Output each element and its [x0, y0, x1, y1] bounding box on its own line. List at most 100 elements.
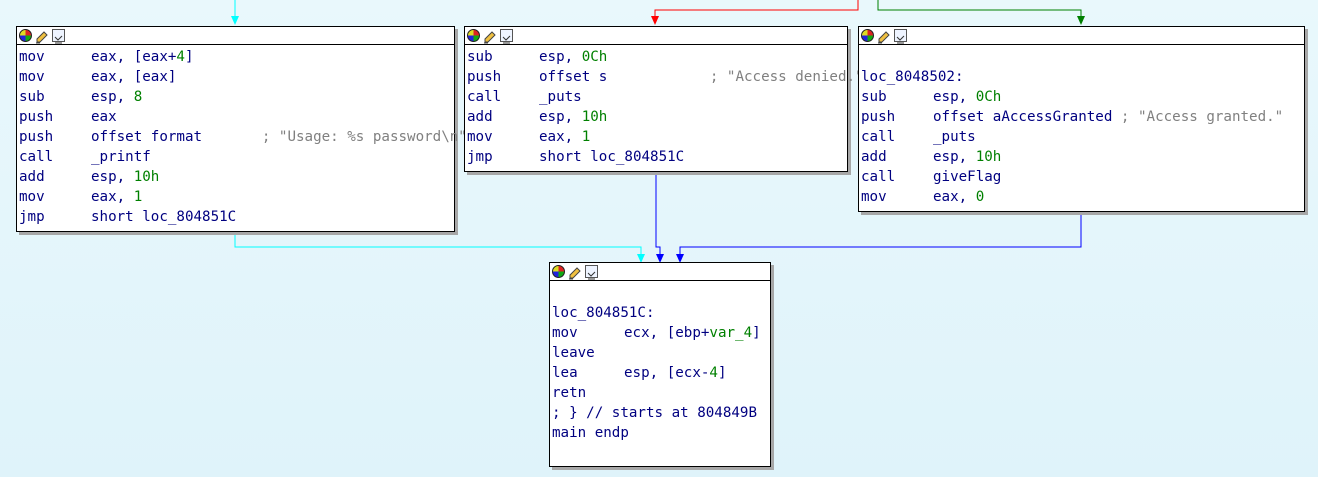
asm-instruction[interactable]: call _printf [19, 147, 452, 167]
asm-instruction[interactable]: add esp, 10h [19, 167, 452, 187]
asm-label[interactable]: leave [552, 345, 595, 361]
operand-number[interactable]: 4 [709, 365, 718, 381]
operand[interactable]: esp, [933, 89, 976, 105]
operand[interactable]: esp, [933, 149, 976, 165]
operand[interactable]: esp, [539, 49, 582, 65]
asm-instruction[interactable]: push offset format ; "Usage: %s password\… [19, 127, 467, 147]
asm-instruction[interactable]: sub esp, 8 [19, 87, 452, 107]
graph-overview-icon[interactable] [52, 29, 65, 44]
mnemonic[interactable]: add [861, 147, 933, 167]
operand-number[interactable]: 1 [582, 129, 591, 145]
code-block-access-denied[interactable]: sub esp, 0Ch push offset s ; "Access denied… [464, 26, 864, 172]
asm-label-line[interactable]: ; } // starts at 804849B [552, 403, 768, 423]
mnemonic[interactable]: mov [19, 187, 91, 207]
operand-number[interactable]: 0 [976, 189, 985, 205]
mnemonic[interactable]: mov [467, 127, 539, 147]
rename-icon[interactable] [483, 29, 497, 43]
mnemonic[interactable]: call [861, 167, 933, 187]
color-icon[interactable] [19, 29, 32, 42]
asm-instruction[interactable]: lea esp, [ecx-4] [552, 363, 768, 383]
operand[interactable]: esp, [539, 109, 582, 125]
operand-number[interactable]: var_4 [709, 325, 752, 341]
asm-instruction[interactable]: sub esp, 0Ch [861, 87, 1302, 107]
code-block-usage[interactable]: mov eax, [eax+4] mov eax, [eax] sub esp, 8 pus… [16, 26, 467, 232]
asm-instruction[interactable]: sub esp, 0Ch [467, 47, 845, 67]
asm-instruction[interactable]: jmp short loc_804851C [467, 147, 845, 167]
operand[interactable]: _puts [933, 129, 976, 145]
asm-instruction[interactable]: jmp short loc_804851C [19, 207, 452, 227]
operand[interactable]: giveFlag [933, 169, 1001, 185]
asm-label-line[interactable]: loc_8048502: [861, 67, 1302, 87]
mnemonic[interactable]: push [19, 107, 91, 127]
operand-number[interactable]: 4 [176, 49, 185, 65]
mnemonic[interactable]: mov [19, 47, 91, 67]
mnemonic[interactable]: jmp [467, 147, 539, 167]
code-block-exit[interactable]: loc_804851C: mov ecx, [ebp+var_4] leave lea e… [549, 262, 771, 467]
operand[interactable]: _printf [91, 149, 151, 165]
operand-number[interactable]: 8 [134, 89, 143, 105]
operand[interactable]: offset s [539, 69, 607, 85]
operand[interactable]: ] [718, 365, 727, 381]
asm-instruction[interactable]: mov eax, [eax] [19, 67, 452, 87]
operand-number[interactable]: 1 [134, 189, 143, 205]
mnemonic[interactable]: call [19, 147, 91, 167]
operand[interactable]: eax, [539, 129, 582, 145]
mnemonic[interactable]: add [467, 107, 539, 127]
operand[interactable]: esp, [91, 89, 134, 105]
operand-number[interactable]: 0Ch [976, 89, 1002, 105]
graph-overview-icon[interactable] [894, 29, 907, 44]
operand[interactable]: eax, [933, 189, 976, 205]
mnemonic[interactable]: jmp [19, 207, 91, 227]
mnemonic[interactable]: push [861, 107, 933, 127]
operand-number[interactable]: 10h [134, 169, 160, 185]
asm-instruction[interactable]: add esp, 10h [467, 107, 845, 127]
operand[interactable]: eax, [eax] [91, 69, 176, 85]
operand[interactable]: esp, [91, 169, 134, 185]
asm-instruction[interactable]: push offset aAccessGranted ; "Access gran… [861, 107, 1302, 127]
operand[interactable]: _puts [539, 89, 582, 105]
mnemonic[interactable]: push [467, 67, 539, 87]
asm-instruction[interactable]: call giveFlag [861, 167, 1302, 187]
asm-instruction[interactable]: push offset s ; "Access denied." [467, 67, 864, 87]
asm-instruction[interactable]: mov eax, [eax+4] [19, 47, 452, 67]
operand[interactable]: eax, [91, 189, 134, 205]
asm-label-line[interactable]: main endp [552, 423, 768, 443]
operand-number[interactable]: 0Ch [582, 49, 608, 65]
mnemonic[interactable]: mov [19, 67, 91, 87]
mnemonic[interactable]: sub [861, 87, 933, 107]
operand[interactable]: offset aAccessGranted [933, 109, 1112, 125]
asm-instruction[interactable]: mov eax, 1 [467, 127, 845, 147]
operand-number[interactable]: 10h [582, 109, 608, 125]
asm-label-line[interactable]: leave [552, 343, 768, 363]
operand-number[interactable]: 10h [976, 149, 1002, 165]
operand[interactable]: ecx, [ebp+ [624, 325, 709, 341]
operand[interactable]: ] [185, 49, 194, 65]
asm-label[interactable]: retn [552, 385, 586, 401]
operand[interactable]: ] [752, 325, 761, 341]
graph-overview-icon[interactable] [500, 29, 513, 44]
asm-instruction[interactable]: push eax [19, 107, 452, 127]
code-block-access-granted[interactable]: loc_8048502: sub esp, 0Ch push offset aAcces… [858, 26, 1305, 212]
operand[interactable]: esp, [ecx- [624, 365, 709, 381]
mnemonic[interactable]: sub [19, 87, 91, 107]
operand[interactable]: offset format [91, 129, 202, 145]
rename-icon[interactable] [35, 29, 49, 43]
asm-label[interactable]: main endp [552, 425, 629, 441]
color-icon[interactable] [467, 29, 480, 42]
mnemonic[interactable]: call [861, 127, 933, 147]
asm-instruction[interactable]: mov eax, 1 [19, 187, 452, 207]
operand[interactable]: short loc_804851C [539, 149, 684, 165]
asm-instruction[interactable]: add esp, 10h [861, 147, 1302, 167]
operand[interactable]: eax, [eax+ [91, 49, 176, 65]
mnemonic[interactable]: push [19, 127, 91, 147]
asm-label-line[interactable]: retn [552, 383, 768, 403]
graph-overview-icon[interactable] [585, 265, 598, 280]
mnemonic[interactable]: mov [861, 187, 933, 207]
mnemonic[interactable]: mov [552, 323, 624, 343]
mnemonic[interactable]: sub [467, 47, 539, 67]
mnemonic[interactable]: add [19, 167, 91, 187]
asm-label[interactable]: ; } // starts at 804849B [552, 405, 757, 421]
asm-instruction[interactable]: mov ecx, [ebp+var_4] [552, 323, 768, 343]
color-icon[interactable] [861, 29, 874, 42]
mnemonic[interactable]: call [467, 87, 539, 107]
